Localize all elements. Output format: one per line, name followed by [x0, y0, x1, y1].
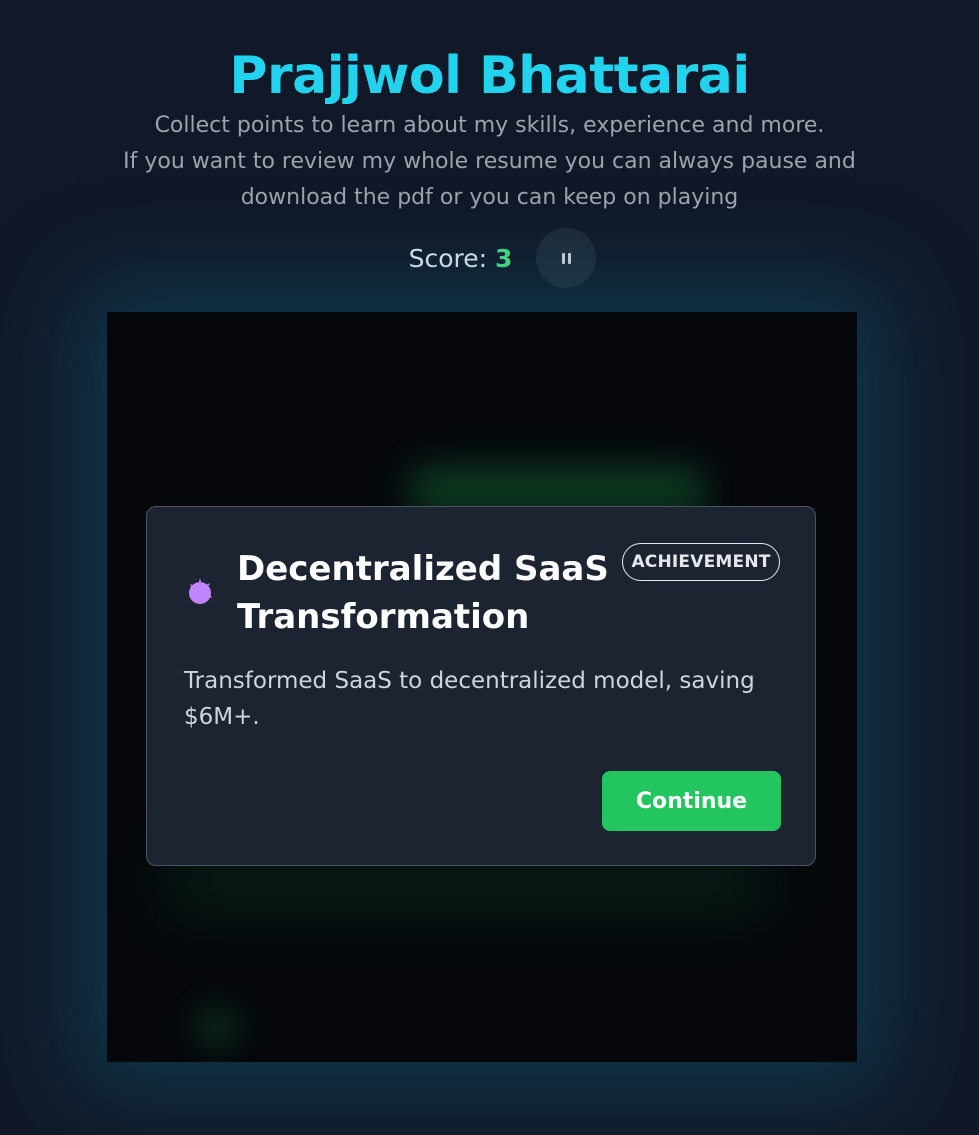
score-value: 3: [495, 243, 513, 273]
achievement-orb-icon: [189, 579, 212, 604]
page-title: Prajjwol Bhattarai: [229, 46, 750, 106]
achievement-badge: ACHIEVEMENT: [622, 543, 780, 581]
score-row: Score: 3: [0, 228, 979, 288]
pause-button[interactable]: [536, 228, 597, 288]
subtitle-line-1: Collect points to learn about my skills,…: [154, 113, 825, 138]
score-label: Score:: [408, 243, 488, 273]
continue-button[interactable]: Continue: [602, 771, 781, 831]
page-subtitle: Collect points to learn about my skills,…: [100, 108, 879, 216]
modal-title: Decentralized SaaS Transformation: [237, 549, 609, 637]
food-blurred: [192, 1002, 242, 1052]
modal-description: Transformed SaaS to decentralized model,…: [184, 668, 755, 730]
achievement-modal: Decentralized SaaS Transformation ACHIEV…: [146, 506, 816, 866]
score-display: Score: 3: [383, 244, 513, 273]
pause-icon: [561, 252, 571, 264]
subtitle-line-2: If you want to review my whole resume yo…: [123, 149, 856, 210]
